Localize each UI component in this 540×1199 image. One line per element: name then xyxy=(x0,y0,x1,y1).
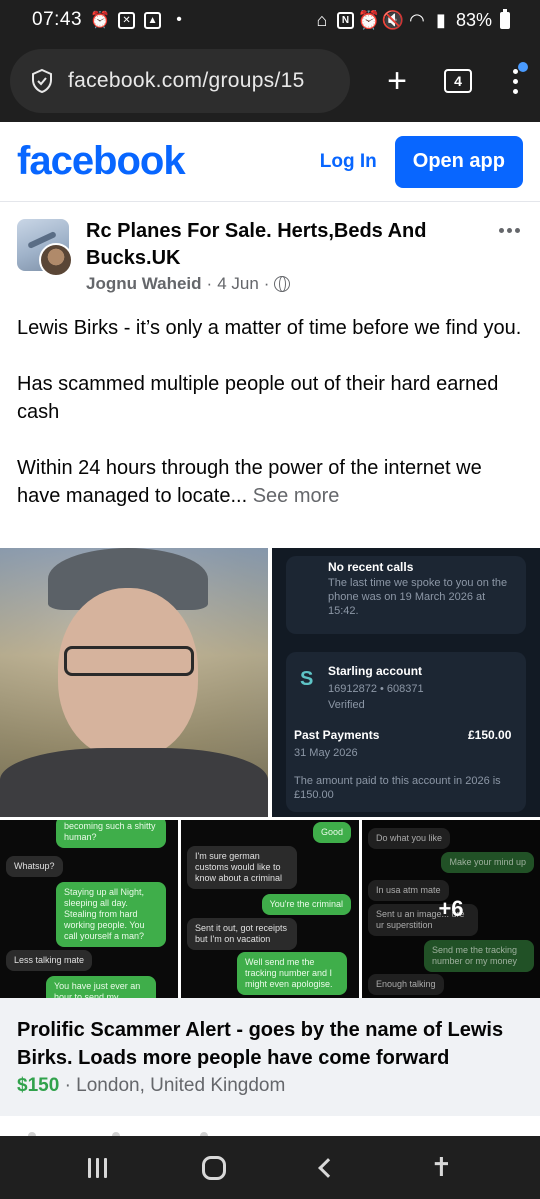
post-date[interactable]: 4 Jun xyxy=(217,274,259,294)
chat-message: Less talking mate xyxy=(6,950,93,971)
listing-card[interactable]: Prolific Scammer Alert - goes by the nam… xyxy=(0,998,540,1116)
more-notifications-icon: • xyxy=(176,11,182,28)
chat-message: Sent it out, got receipts but I'm on vac… xyxy=(187,918,297,950)
chat-message: becoming such a shitty human? xyxy=(56,820,166,848)
avatar[interactable] xyxy=(17,219,73,277)
open-app-button[interactable]: Open app xyxy=(394,135,523,188)
photo-chat-2[interactable]: Good I'm sure german customs would like … xyxy=(181,820,359,998)
address-bar[interactable]: facebook.com/groups/15 xyxy=(10,49,350,113)
chat-message: Well send me the tracking number and I m… xyxy=(237,952,347,995)
last-spoke-text: The last time we spoke to you on the pho… xyxy=(328,577,508,617)
home-icon: ⌂ xyxy=(316,9,328,30)
see-more-link[interactable]: See more xyxy=(253,485,340,507)
payment-date: 31 May 2026 xyxy=(294,747,358,759)
signal-icon: ▮ xyxy=(436,9,446,30)
post-header: Rc Planes For Sale. Herts,Beds And Bucks… xyxy=(0,202,540,302)
tab-count: 4 xyxy=(444,69,472,93)
group-name[interactable]: Rc Planes For Sale. Herts,Beds And Bucks… xyxy=(86,218,456,272)
post-paragraph: Lewis Birks - it’s only a matter of time… xyxy=(17,317,522,339)
update-badge xyxy=(518,62,528,72)
author-avatar[interactable] xyxy=(39,243,73,277)
post-paragraph: Has scammed multiple people out of their… xyxy=(17,373,499,423)
home-button[interactable] xyxy=(201,1155,226,1180)
url-text[interactable]: facebook.com/groups/15 xyxy=(68,69,338,93)
browser-toolbar: facebook.com/groups/15 + 4 xyxy=(0,40,540,122)
mute-icon: 🔇 xyxy=(381,9,405,30)
post-paragraph-text: Within 24 hours through the power of the… xyxy=(17,457,482,507)
account-name: Starling account xyxy=(328,664,423,678)
post-author[interactable]: Jognu Waheid xyxy=(86,274,202,294)
chat-message: You're the criminal xyxy=(261,894,351,915)
login-link[interactable]: Log In xyxy=(320,151,377,173)
listing-subline: $150 · London, United Kingdom xyxy=(17,1075,523,1097)
photo-payment-screenshot[interactable]: No recent calls The last time we spoke t… xyxy=(272,548,540,817)
photo-grid: No recent calls The last time we spoke t… xyxy=(0,548,540,998)
more-options-icon[interactable] xyxy=(499,228,520,233)
starling-logo: S xyxy=(300,668,314,690)
nfc-icon: N xyxy=(336,11,354,29)
site-info-icon[interactable] xyxy=(30,68,54,94)
battery-icon xyxy=(500,8,510,29)
total-paid-text: The amount paid to this account in 2026 … xyxy=(294,775,501,801)
past-payments-label: Past Payments xyxy=(294,728,380,742)
chat-message: I'm sure german customs would like to kn… xyxy=(187,846,297,889)
facebook-logo[interactable]: facebook xyxy=(17,139,186,184)
chat-message: You have just ever an hour to send my mo… xyxy=(46,976,156,998)
post-meta: Jognu Waheid · 4 Jun · xyxy=(86,274,291,294)
meta-separator: · xyxy=(64,1075,71,1096)
payment-amount: £150.00 xyxy=(468,728,512,742)
no-recent-calls: No recent calls xyxy=(328,560,414,574)
plus-icon: + xyxy=(387,61,407,100)
wifi-icon: ◠ xyxy=(409,9,425,30)
listing-price: $150 xyxy=(17,1075,60,1096)
status-time: 07:43 xyxy=(32,9,83,30)
photo-selfie[interactable] xyxy=(0,548,268,817)
status-bar: 07:43 ⏰ ✕ ▲ • ⌂ N ⏰ 🔇 ◠ ▮ 83% xyxy=(0,0,540,40)
gallery-notification-icon: ▲ xyxy=(144,11,162,29)
photo-chat-3[interactable]: Do what you like Make your mind up In us… xyxy=(362,820,540,998)
chat-message: Staying up all Night, sleeping all day. … xyxy=(56,882,166,947)
tab-switcher-button[interactable]: 4 xyxy=(426,52,490,110)
next-post-peek xyxy=(0,1116,540,1136)
app-notification-icon: ✕ xyxy=(118,11,136,29)
listing-title[interactable]: Prolific Scammer Alert - goes by the nam… xyxy=(17,1016,523,1072)
new-tab-button[interactable]: + xyxy=(368,52,426,110)
alarm-icon: ⏰ xyxy=(357,9,381,30)
post-paragraph: Within 24 hours through the power of the… xyxy=(17,454,523,510)
account-number: 16912872 • 608371 xyxy=(328,683,424,695)
browser-menu-button[interactable] xyxy=(490,52,540,110)
post-body: Lewis Birks - it’s only a matter of time… xyxy=(17,314,523,538)
verified-label: Verified xyxy=(328,699,365,711)
recent-apps-button[interactable] xyxy=(87,1157,107,1178)
photo-chat-1[interactable]: becoming such a shitty human? Whatsup? S… xyxy=(0,820,178,998)
globe-icon xyxy=(274,276,291,292)
more-vert-icon xyxy=(512,68,518,94)
meta-separator: · xyxy=(206,274,213,293)
alarm-icon: ⏰ xyxy=(90,12,111,29)
system-nav-bar: ✝ xyxy=(0,1136,540,1199)
meta-separator: · xyxy=(263,274,270,293)
chat-message: Good xyxy=(312,822,351,843)
battery-percent: 83% xyxy=(455,9,492,30)
facebook-header: facebook Log In Open app xyxy=(0,122,540,202)
accessibility-icon[interactable]: ✝ xyxy=(431,1152,453,1183)
chat-message: Whatsup? xyxy=(6,856,63,877)
back-button[interactable] xyxy=(318,1157,339,1178)
listing-location: London, United Kingdom xyxy=(76,1075,286,1096)
more-photos-count[interactable]: +6 xyxy=(362,820,540,998)
